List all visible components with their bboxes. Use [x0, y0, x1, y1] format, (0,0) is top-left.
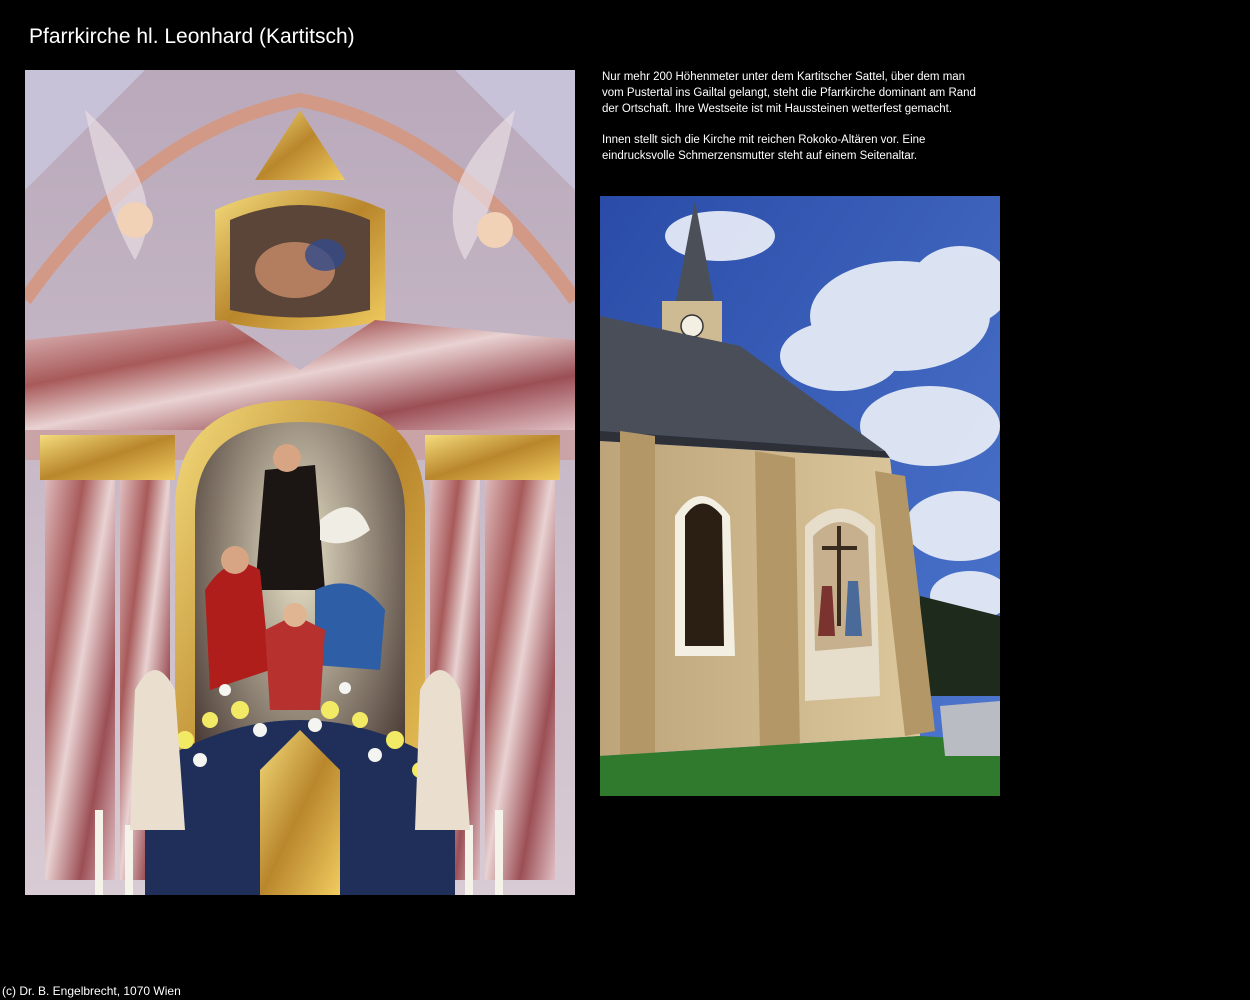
description-paragraph: Innen stellt sich die Kirche mit reichen… — [602, 134, 926, 162]
altar-photo — [25, 70, 575, 895]
description-paragraph: Nur mehr 200 Höhenmeter unter dem Kartit… — [602, 71, 976, 115]
altar-image — [25, 70, 575, 895]
church-photo — [600, 196, 1000, 796]
page-title: Pfarrkirche hl. Leonhard (Kartitsch) — [29, 25, 355, 48]
copyright-notice: (c) Dr. B. Engelbrecht, 1070 Wien — [2, 984, 181, 998]
church-image — [600, 196, 1000, 796]
description-text: Nur mehr 200 Höhenmeter unter dem Kartit… — [602, 70, 982, 165]
